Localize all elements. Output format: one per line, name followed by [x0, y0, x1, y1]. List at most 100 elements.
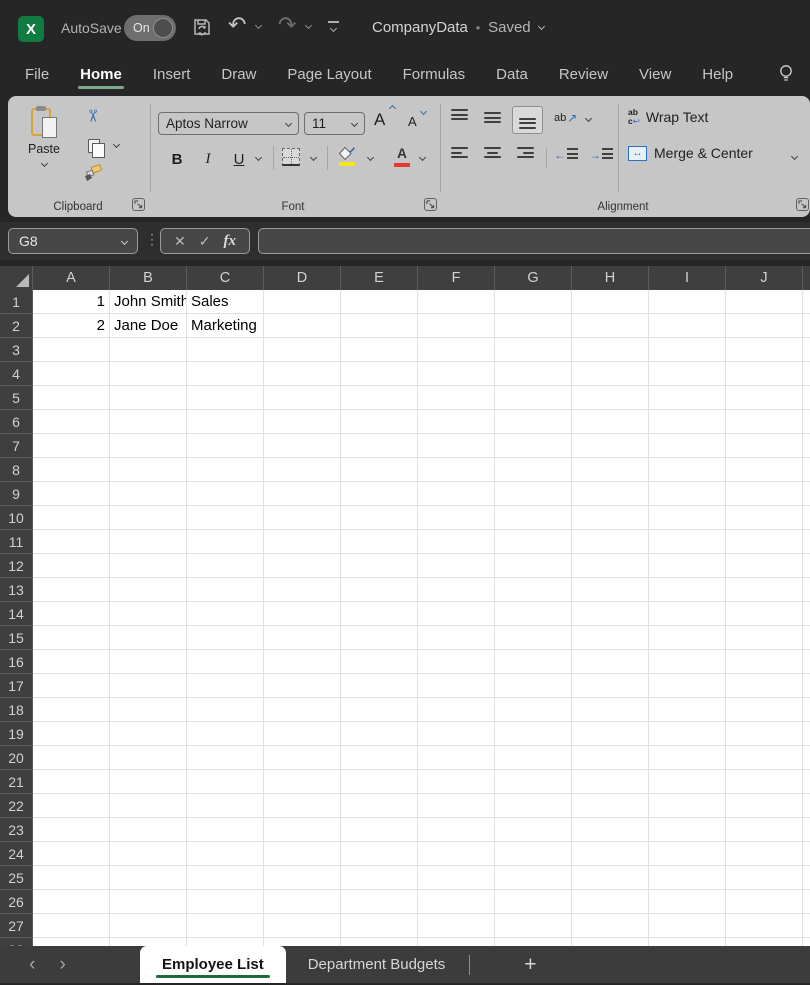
cell-D10[interactable] — [264, 506, 341, 530]
cell-A4[interactable] — [33, 362, 110, 386]
paste-button[interactable]: Paste — [20, 102, 68, 190]
cell-I9[interactable] — [649, 482, 726, 506]
cell-D2[interactable] — [264, 314, 341, 338]
cell-C12[interactable] — [187, 554, 264, 578]
cell-B21[interactable] — [110, 770, 187, 794]
cell-B3[interactable] — [110, 338, 187, 362]
cell-B15[interactable] — [110, 626, 187, 650]
cell-A20[interactable] — [33, 746, 110, 770]
cell-I20[interactable] — [649, 746, 726, 770]
underline-dropdown-icon[interactable] — [255, 154, 262, 161]
cell-F2[interactable] — [418, 314, 495, 338]
cell-J16[interactable] — [726, 650, 803, 674]
cell-J23[interactable] — [726, 818, 803, 842]
lightbulb-icon[interactable] — [778, 64, 794, 90]
cell-A16[interactable] — [33, 650, 110, 674]
cell-F1[interactable] — [418, 290, 495, 314]
cell-D7[interactable] — [264, 434, 341, 458]
align-middle-button[interactable] — [484, 109, 501, 126]
cell-A8[interactable] — [33, 458, 110, 482]
cell-D1[interactable] — [264, 290, 341, 314]
select-all-button[interactable] — [0, 266, 33, 290]
cell-I10[interactable] — [649, 506, 726, 530]
cell-F5[interactable] — [418, 386, 495, 410]
cell-C17[interactable] — [187, 674, 264, 698]
align-top-button[interactable] — [451, 109, 468, 126]
cell-H5[interactable] — [572, 386, 649, 410]
cell-E14[interactable] — [341, 602, 418, 626]
cell-B19[interactable] — [110, 722, 187, 746]
ribbon-tab-data[interactable]: Data — [496, 62, 528, 92]
cell-E17[interactable] — [341, 674, 418, 698]
row-header-12[interactable]: 12 — [0, 554, 33, 578]
align-left-button[interactable] — [451, 147, 468, 161]
cell-H18[interactable] — [572, 698, 649, 722]
cell-H1[interactable] — [572, 290, 649, 314]
cell-I23[interactable] — [649, 818, 726, 842]
cell-D25[interactable] — [264, 866, 341, 890]
cell-J2[interactable] — [726, 314, 803, 338]
cell-F26[interactable] — [418, 890, 495, 914]
ribbon-tab-file[interactable]: File — [25, 62, 49, 92]
cell-F22[interactable] — [418, 794, 495, 818]
cell-H27[interactable] — [572, 914, 649, 938]
cell-F12[interactable] — [418, 554, 495, 578]
cell-I12[interactable] — [649, 554, 726, 578]
cell-F16[interactable] — [418, 650, 495, 674]
cell-A7[interactable] — [33, 434, 110, 458]
cell-J26[interactable] — [726, 890, 803, 914]
cell-C8[interactable] — [187, 458, 264, 482]
cell-C9[interactable] — [187, 482, 264, 506]
name-box[interactable]: G8 — [8, 228, 138, 254]
column-header-C[interactable]: C — [187, 266, 264, 290]
cell-I11[interactable] — [649, 530, 726, 554]
align-center-button[interactable] — [484, 147, 501, 161]
cell-F6[interactable] — [418, 410, 495, 434]
cell-J7[interactable] — [726, 434, 803, 458]
cell-B27[interactable] — [110, 914, 187, 938]
cell-H22[interactable] — [572, 794, 649, 818]
cell-E16[interactable] — [341, 650, 418, 674]
ribbon-tab-formulas[interactable]: Formulas — [403, 62, 466, 92]
cell-H8[interactable] — [572, 458, 649, 482]
cell-D24[interactable] — [264, 842, 341, 866]
cell-B25[interactable] — [110, 866, 187, 890]
cell-A13[interactable] — [33, 578, 110, 602]
column-header-B[interactable]: B — [110, 266, 187, 290]
row-header-6[interactable]: 6 — [0, 410, 33, 434]
cell-H19[interactable] — [572, 722, 649, 746]
cell-D3[interactable] — [264, 338, 341, 362]
cell-E24[interactable] — [341, 842, 418, 866]
cell-B11[interactable] — [110, 530, 187, 554]
cell-J17[interactable] — [726, 674, 803, 698]
cell-J24[interactable] — [726, 842, 803, 866]
cell-A26[interactable] — [33, 890, 110, 914]
cell-D27[interactable] — [264, 914, 341, 938]
row-header-5[interactable]: 5 — [0, 386, 33, 410]
cell-E21[interactable] — [341, 770, 418, 794]
cell-J6[interactable] — [726, 410, 803, 434]
cell-G11[interactable] — [495, 530, 572, 554]
cell-B22[interactable] — [110, 794, 187, 818]
merge-center-button[interactable]: ↔ Merge & Center — [628, 145, 753, 161]
cell-E1[interactable] — [341, 290, 418, 314]
cell-A19[interactable] — [33, 722, 110, 746]
cell-J27[interactable] — [726, 914, 803, 938]
cell-G26[interactable] — [495, 890, 572, 914]
cell-A25[interactable] — [33, 866, 110, 890]
cell-B20[interactable] — [110, 746, 187, 770]
cell-G17[interactable] — [495, 674, 572, 698]
cell-J14[interactable] — [726, 602, 803, 626]
cell-B1[interactable]: John Smith — [110, 290, 187, 314]
decrease-font-size-button[interactable]: A — [408, 114, 417, 129]
cell-B8[interactable] — [110, 458, 187, 482]
row-header-7[interactable]: 7 — [0, 434, 33, 458]
cell-G14[interactable] — [495, 602, 572, 626]
excel-app-icon[interactable]: X — [18, 16, 44, 42]
cell-D9[interactable] — [264, 482, 341, 506]
autosave-toggle[interactable]: On — [124, 15, 176, 41]
cell-J4[interactable] — [726, 362, 803, 386]
column-header-E[interactable]: E — [341, 266, 418, 290]
cell-C14[interactable] — [187, 602, 264, 626]
ribbon-tab-help[interactable]: Help — [702, 62, 733, 92]
